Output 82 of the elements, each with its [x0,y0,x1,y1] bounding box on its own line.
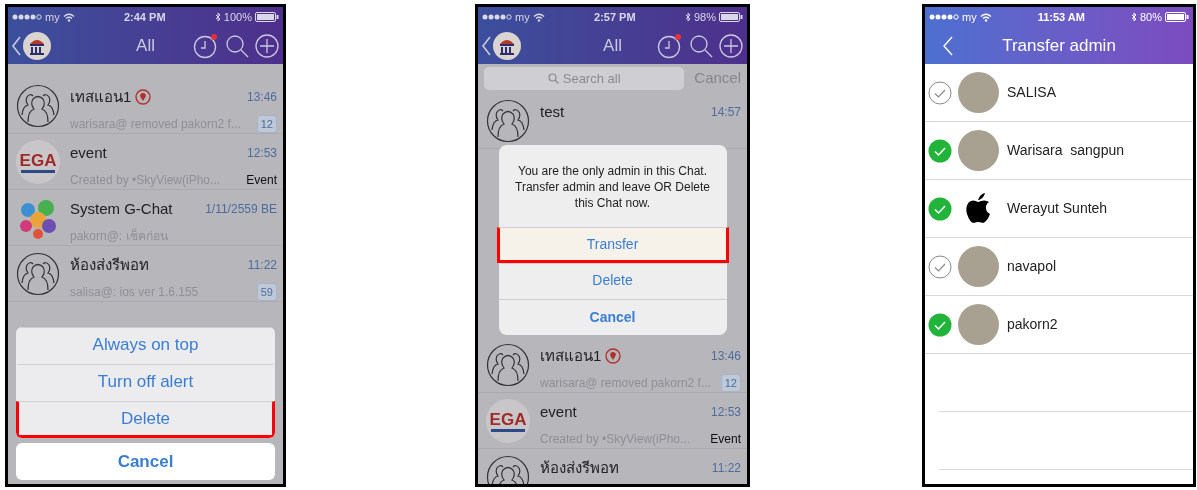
member-name: Warisara sangpun [1007,141,1124,160]
back-icon [482,35,491,56]
status-time: 2:57 PM [594,9,636,25]
chat-tag: Event [246,170,277,189]
sheet-option[interactable]: Transfer [496,227,729,263]
sheet-option[interactable]: Always on top [16,327,275,364]
nav-title: All [136,34,155,57]
status-time: 2:44 PM [123,9,166,25]
chat-name: เทสแอน1 [70,87,132,107]
chat-time: 13:46 [710,348,741,366]
unread-count: 59 [256,282,277,301]
search-placeholder: Search all [562,69,621,88]
wifi-icon [532,12,545,22]
carrier-name: my [45,9,60,25]
group-avatar-icon [486,343,530,387]
chat-time: 11:22 [247,257,277,275]
photo-placeholder [958,72,999,113]
carrier-name: my [515,9,530,25]
member-name: Werayut Sunteh [1007,199,1108,218]
search-icon [547,73,559,84]
member-row[interactable]: Werayut Sunteh [925,180,1193,238]
add-icon [255,33,279,58]
signal-dots-icon [482,14,512,20]
battery-percent: 98% [693,9,716,25]
cancel-button[interactable]: Cancel [498,299,727,335]
chat-time: 12:53 [710,404,741,422]
nav-title: All [603,34,622,57]
wifi-icon [62,12,75,22]
nav-title: Transfer admin [1002,34,1116,57]
member-row[interactable]: pakorn2 [925,296,1193,354]
photo-placeholder [958,246,999,287]
chat-name: event [70,143,107,163]
battery-icon [719,12,743,22]
chat-tag: Event [710,429,741,448]
cancel-button[interactable]: Cancel [16,443,275,480]
building-logo-icon [492,30,522,61]
chat-row[interactable]: ห้องส่งรีพอท 11:22 [478,449,747,484]
chat-name: System G-Chat [70,199,173,219]
wifi-icon [979,12,992,22]
building-logo-icon [22,30,52,61]
member-name: SALISA [1007,83,1057,102]
bluetooth-icon [214,12,221,22]
chat-name: test [540,102,565,122]
back-icon [12,35,21,56]
group-avatar-icon [16,84,60,128]
carrier-name: my [962,9,977,25]
chat-name: ห้องส่งรีพอท [70,255,149,275]
battery-icon [255,12,279,22]
chat-time: 12:53 [246,145,277,163]
bluetooth-icon [684,12,691,22]
member-row[interactable]: Warisara sangpun [925,122,1193,180]
member-row[interactable]: SALISA [925,64,1193,122]
member-name: pakorn2 [1007,315,1058,334]
chat-time: 11:22 [711,460,741,478]
member-row[interactable]: navapol [925,238,1193,296]
unread-count: 12 [256,114,277,133]
chat-time: 14:57 [710,104,741,122]
member-name: navapol [1007,257,1057,276]
chat-time: 13:46 [246,89,277,107]
chat-name: event [540,402,577,422]
signal-dots-icon [12,14,42,20]
logo-avatar: EGA [16,140,60,184]
back-icon [943,35,953,56]
chat-time: 1/11/2559 BE [205,201,277,219]
status-time: 11:53 AM [1037,9,1085,25]
photo-placeholder [958,304,999,345]
bluetooth-icon [1130,12,1137,22]
add-icon [719,33,743,58]
chat-name: เทสแอน1 [540,346,602,366]
logo-avatar: EGA [486,399,530,443]
photo-placeholder [958,130,999,171]
group-avatar-icon [16,252,60,296]
group-avatar-icon [486,99,530,143]
unread-count: 12 [720,373,741,392]
battery-percent: 100% [223,9,252,25]
chat-name: ห้องส่งรีพอท [540,458,619,478]
battery-percent: 80% [1139,9,1162,25]
signal-dots-icon [929,14,959,20]
search-icon [225,33,249,58]
search-icon [689,33,713,58]
battery-icon [1165,12,1189,22]
alert-message: You are the only admin in this Chat. Transfer admin and leave OR Delete this Chat now. [514,163,711,212]
